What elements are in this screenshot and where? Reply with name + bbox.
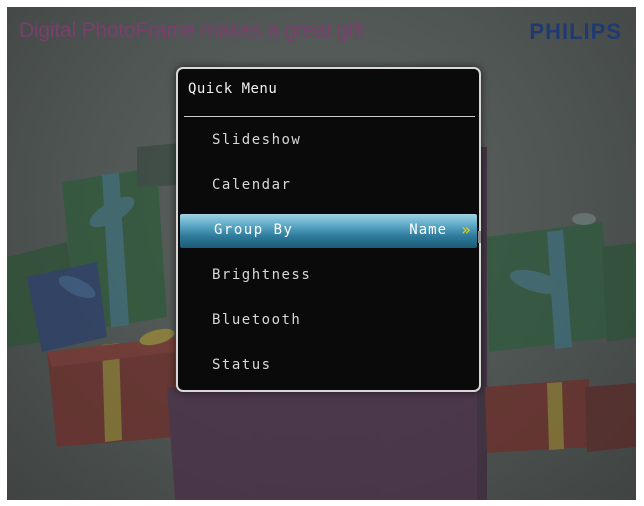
menu-item-label: Bluetooth: [212, 312, 302, 328]
menu-item-label: Status: [212, 357, 272, 373]
menu-item-status[interactable]: Status: [178, 349, 479, 383]
menu-title: Quick Menu: [188, 81, 278, 97]
menu-item-label: Brightness: [212, 267, 312, 283]
scroll-indicator: [478, 231, 481, 243]
menu-item-slideshow[interactable]: Slideshow: [178, 124, 479, 158]
menu-item-brightness[interactable]: Brightness: [178, 259, 479, 293]
brand-wordmark: PHILIPS: [529, 19, 622, 44]
brand-logo: PHILIPS: [529, 19, 622, 45]
photo-frame-screen: Digital PhotoFrame makes a great gift PH…: [7, 7, 636, 500]
menu-item-label: Group By: [214, 222, 294, 238]
menu-item-group-by[interactable]: Group By Name »: [180, 214, 477, 248]
promo-headline: Digital PhotoFrame makes a great gift: [19, 19, 365, 42]
menu-item-calendar[interactable]: Calendar: [178, 169, 479, 203]
quick-menu-panel: Quick Menu Slideshow Calendar Group By N…: [176, 67, 481, 392]
group-by-value: Name: [409, 222, 447, 238]
menu-divider: [184, 116, 475, 117]
menu-item-bluetooth[interactable]: Bluetooth: [178, 304, 479, 338]
menu-item-label: Calendar: [212, 177, 292, 193]
double-chevron-right-icon[interactable]: »: [461, 220, 471, 239]
menu-item-label: Slideshow: [212, 132, 302, 148]
